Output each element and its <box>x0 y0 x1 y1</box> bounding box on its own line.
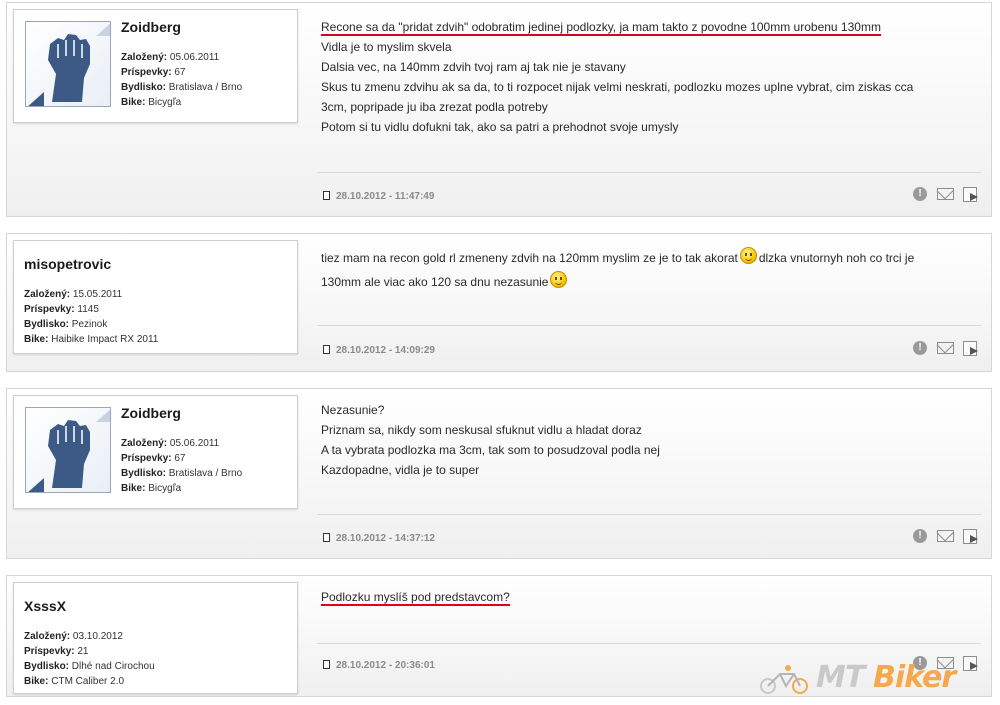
info-icon[interactable]: ! <box>913 529 927 543</box>
username[interactable]: Zoidberg <box>121 405 181 421</box>
post-actions: ! <box>913 187 983 205</box>
divider <box>317 643 981 644</box>
info-location: Bydlisko: Bratislava / Brno <box>121 468 243 479</box>
message-line: Vidla je to myslim skvela <box>321 40 452 54</box>
divider <box>317 514 981 515</box>
info-posts: Príspevky: 21 <box>24 646 89 657</box>
username[interactable]: XsssX <box>24 598 66 614</box>
user-info: Založený: 05.06.2011 Príspevky: 67 Bydli… <box>121 436 242 496</box>
divider <box>317 172 981 173</box>
info-bike: Bike: CTM Caliber 2.0 <box>24 676 125 687</box>
message-line: Recone sa da "pridat zdvih" odobratim je… <box>321 20 881 36</box>
avatar[interactable] <box>25 407 111 493</box>
bike-icon <box>760 665 808 694</box>
user-card: Zoidberg Založený: 05.06.2011 Príspevky:… <box>13 395 298 509</box>
post-date[interactable]: 28.10.2012 - 14:37:12 <box>323 533 435 544</box>
info-location: Bydlisko: Dlhé nad Cirochou <box>24 661 155 672</box>
message-line: 3cm, popripade ju iba zrezat podla potre… <box>321 100 548 114</box>
message-line: Potom si tu vidlu dofukni tak, ako sa pa… <box>321 120 679 134</box>
info-joined: Založený: 05.06.2011 <box>121 52 220 63</box>
document-icon <box>323 191 330 200</box>
smiley-icon <box>739 247 757 264</box>
message-line: dlzka vnutornyh noh co trci je <box>758 251 915 265</box>
document-icon <box>323 533 330 542</box>
info-posts: Príspevky: 67 <box>121 453 186 464</box>
forum-post: misopetrovic Založený: 15.05.2011 Príspe… <box>6 233 992 372</box>
smiley-icon <box>550 271 568 288</box>
user-card: Zoidberg Založený: 05.06.2011 Príspevky:… <box>13 9 298 123</box>
username[interactable]: Zoidberg <box>121 19 181 35</box>
quote-icon[interactable] <box>963 187 978 202</box>
envelope-icon[interactable] <box>937 188 954 200</box>
message-line: Kazdopadne, vidla je to super <box>321 463 480 477</box>
divider <box>317 325 981 326</box>
avatar[interactable] <box>25 21 111 107</box>
user-card: misopetrovic Založený: 15.05.2011 Príspe… <box>13 240 298 354</box>
post-actions: ! <box>913 529 983 547</box>
message-line: A ta vybrata podlozka ma 3cm, tak som to… <box>321 443 660 457</box>
post-message: Recone sa da "pridat zdvih" odobratim je… <box>321 17 981 137</box>
info-posts: Príspevky: 1145 <box>24 304 99 315</box>
info-bike: Bike: Haibike Impact RX 2011 <box>24 334 159 345</box>
message-line: Nezasunie? <box>321 403 385 417</box>
info-posts: Príspevky: 67 <box>121 67 186 78</box>
user-card: XsssX Založený: 03.10.2012 Príspevky: 21… <box>13 582 298 694</box>
mtbiker-logo: MT Biker <box>758 660 994 696</box>
message-line: Podlozku myslíš pod predstavcom? <box>321 590 510 606</box>
post-actions: ! <box>913 341 983 359</box>
envelope-icon[interactable] <box>937 342 954 354</box>
message-line: Priznam sa, nikdy som neskusal sfuknut v… <box>321 423 642 437</box>
quote-icon[interactable] <box>963 341 978 356</box>
username[interactable]: misopetrovic <box>24 256 111 272</box>
info-joined: Založený: 03.10.2012 <box>24 631 123 642</box>
raised-fist-icon <box>28 409 110 492</box>
logo-mt: MT <box>816 660 865 695</box>
message-line: Dalsia vec, na 140mm zdvih tvoj ram aj t… <box>321 60 626 74</box>
raised-fist-icon <box>28 23 110 106</box>
post-date[interactable]: 28.10.2012 - 11:47:49 <box>323 191 434 202</box>
info-joined: Založený: 15.05.2011 <box>24 289 123 300</box>
document-icon <box>323 345 330 354</box>
user-info: Založený: 03.10.2012 Príspevky: 21 Bydli… <box>24 629 155 689</box>
user-info: Založený: 15.05.2011 Príspevky: 1145 Byd… <box>24 287 158 347</box>
forum-post: Zoidberg Založený: 05.06.2011 Príspevky:… <box>6 2 992 217</box>
document-icon <box>323 660 330 669</box>
post-date[interactable]: 28.10.2012 - 14:09:29 <box>323 345 435 356</box>
message-line: Skus tu zmenu zdvihu ak sa da, to ti roz… <box>321 80 914 94</box>
logo-biker: Biker <box>873 660 956 695</box>
quote-icon[interactable] <box>963 529 978 544</box>
info-location: Bydlisko: Bratislava / Brno <box>121 82 243 93</box>
info-location: Bydlisko: Pezinok <box>24 319 108 330</box>
post-message: Podlozku myslíš pod predstavcom? <box>321 587 981 607</box>
info-joined: Založený: 05.06.2011 <box>121 438 220 449</box>
post-message: Nezasunie? Priznam sa, nikdy som neskusa… <box>321 400 981 480</box>
post-date[interactable]: 28.10.2012 - 20:36:01 <box>323 660 435 671</box>
info-icon[interactable]: ! <box>913 341 927 355</box>
message-line: 130mm ale viac ako 120 sa dnu nezasunie <box>321 275 549 289</box>
post-message: tiez mam na recon gold rl zmeneny zdvih … <box>321 246 981 294</box>
message-line: tiez mam na recon gold rl zmeneny zdvih … <box>321 251 738 265</box>
forum-post: Zoidberg Založený: 05.06.2011 Príspevky:… <box>6 388 992 559</box>
info-bike: Bike: Bicygľa <box>121 97 182 108</box>
user-info: Založený: 05.06.2011 Príspevky: 67 Bydli… <box>121 50 242 110</box>
envelope-icon[interactable] <box>937 530 954 542</box>
info-bike: Bike: Bicygľa <box>121 483 182 494</box>
info-icon[interactable]: ! <box>913 187 927 201</box>
